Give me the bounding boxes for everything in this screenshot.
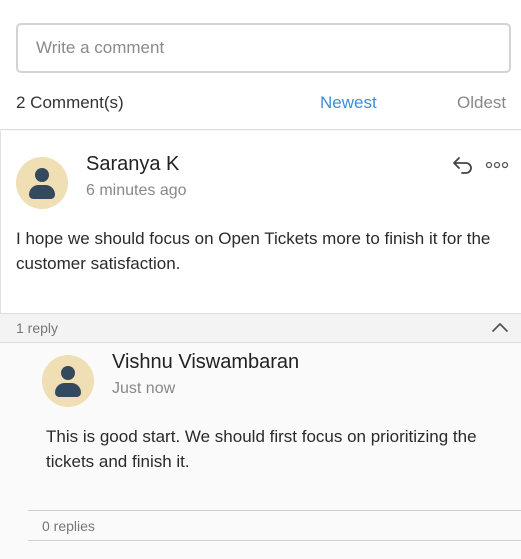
reply-time: Just now: [112, 380, 176, 397]
avatar: [42, 355, 94, 407]
header-divider: [0, 129, 521, 130]
nested-reply-count: 0 replies: [42, 518, 95, 534]
comment-input[interactable]: [16, 23, 511, 73]
comment-card: Saranya K 6 minutes ago I hope we should…: [0, 131, 521, 313]
reply-toggle-bar[interactable]: [0, 314, 521, 342]
reply-author: Vishnu Viswambaran: [112, 351, 300, 373]
collapse-chevron-icon[interactable]: [490, 320, 510, 334]
more-options-icon[interactable]: [485, 157, 509, 173]
comment-author: Saranya K: [86, 153, 180, 175]
sort-newest-tab[interactable]: Newest: [320, 93, 377, 113]
reply-count: 1 reply: [16, 320, 59, 336]
comment-time: 6 minutes ago: [86, 182, 187, 199]
sort-oldest-tab[interactable]: Oldest: [457, 93, 506, 113]
reply-footer-divider: [28, 540, 521, 541]
reply-divider: [28, 510, 521, 511]
avatar: [16, 157, 68, 209]
reply-icon[interactable]: [452, 155, 474, 175]
comment-text: I hope we should focus on Open Tickets m…: [16, 229, 491, 273]
comment-header-area: 2 Comment(s) Newest Oldest: [0, 0, 521, 130]
reply-text: This is good start. We should first focu…: [46, 427, 477, 471]
comment-count: 2 Comment(s): [16, 93, 124, 112]
